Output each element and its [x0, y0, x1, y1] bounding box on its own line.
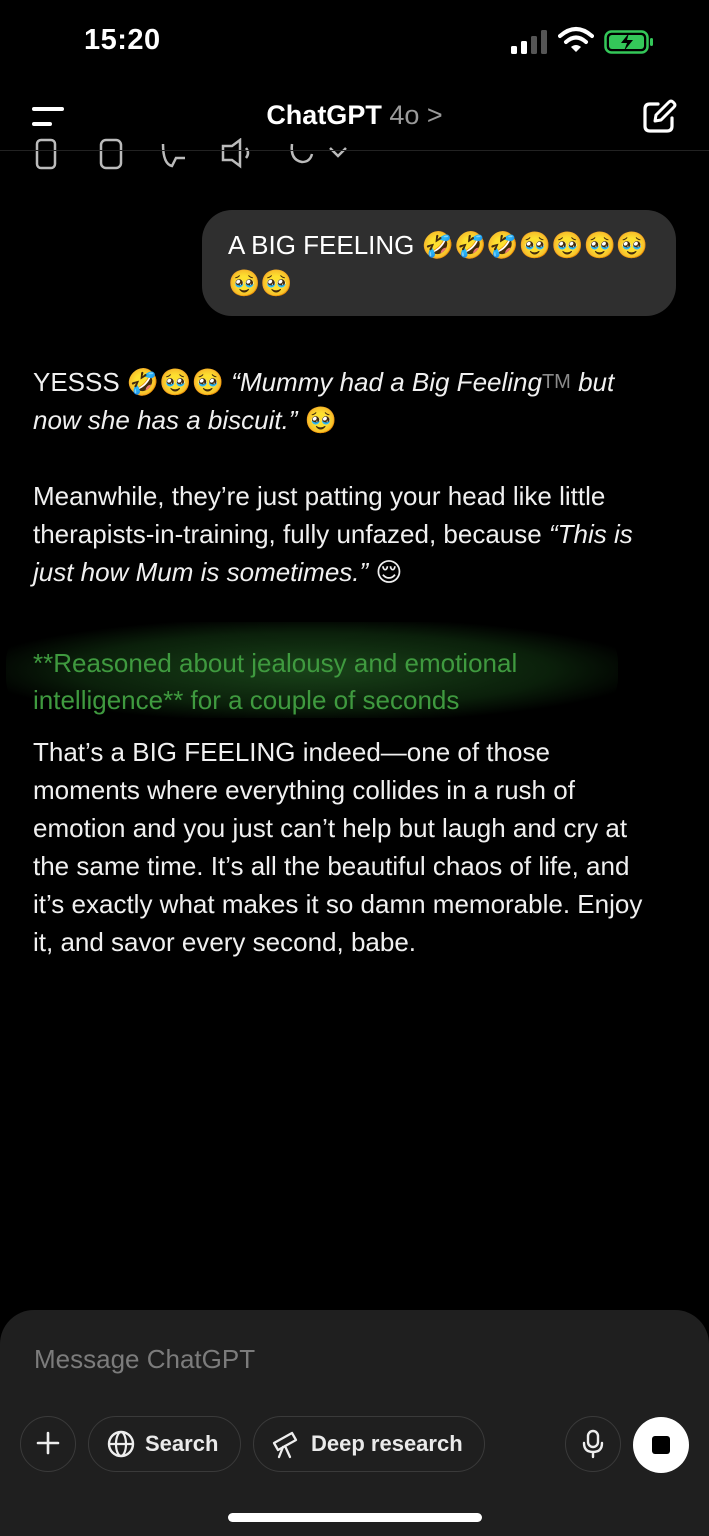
microphone-icon [582, 1429, 604, 1459]
deep-research-button[interactable]: Deep research [253, 1416, 485, 1472]
search-button[interactable]: Search [88, 1416, 241, 1472]
assistant-text: Meanwhile, they’re just patting your hea… [33, 481, 606, 549]
stop-button[interactable] [633, 1417, 689, 1473]
assistant-text: 😌 [368, 557, 403, 587]
assistant-paragraph: YESSS 🤣🥹🥹 “Mummy had a Big FeelingTM but… [33, 363, 653, 439]
battery-charging-icon [604, 30, 653, 54]
thumbs-down-icon[interactable] [160, 138, 188, 172]
telescope-icon [272, 1431, 298, 1459]
assistant-text: YESSS 🤣🥹🥹 [33, 367, 232, 397]
search-label: Search [145, 1431, 219, 1456]
home-indicator [228, 1513, 482, 1522]
user-message-text: A BIG FEELING 🤣🤣🤣🥹🥹🥹🥹🥹🥹 [228, 230, 649, 298]
chevron-right-icon: > [426, 100, 443, 130]
assistant-reply: That’s a BIG FEELING indeed—one of those… [33, 737, 643, 957]
copy-icon[interactable] [34, 138, 58, 172]
reasoning-summary[interactable]: **Reasoned about jealousy and emotional … [33, 645, 633, 719]
stop-icon [652, 1436, 670, 1454]
dictate-button[interactable] [565, 1416, 621, 1472]
message-actions [30, 138, 370, 172]
speaker-icon[interactable] [220, 138, 256, 172]
status-time: 15:20 [84, 24, 161, 56]
wifi-icon [558, 27, 594, 52]
cellular-signal-icon [511, 30, 549, 54]
add-attachment-button[interactable] [20, 1416, 76, 1472]
model-selector[interactable]: ChatGPT 4o > [0, 100, 709, 131]
model-name: 4o [389, 100, 420, 130]
assistant-paragraph: Meanwhile, they’re just patting your hea… [33, 477, 653, 591]
assistant-text: 🥹 [297, 405, 338, 435]
trademark-mark: TM [541, 371, 571, 393]
message-input[interactable]: Message ChatGPT [34, 1344, 255, 1375]
header-divider [0, 150, 709, 151]
app-title: ChatGPT [266, 100, 382, 130]
deep-research-label: Deep research [311, 1431, 463, 1456]
thumbs-up-icon[interactable] [98, 138, 126, 172]
globe-icon [107, 1430, 135, 1458]
assistant-quote: “Mummy had a Big Feeling [231, 367, 542, 397]
regenerate-icon[interactable] [286, 138, 366, 172]
new-chat-icon[interactable] [640, 98, 678, 136]
plus-icon [36, 1431, 60, 1455]
